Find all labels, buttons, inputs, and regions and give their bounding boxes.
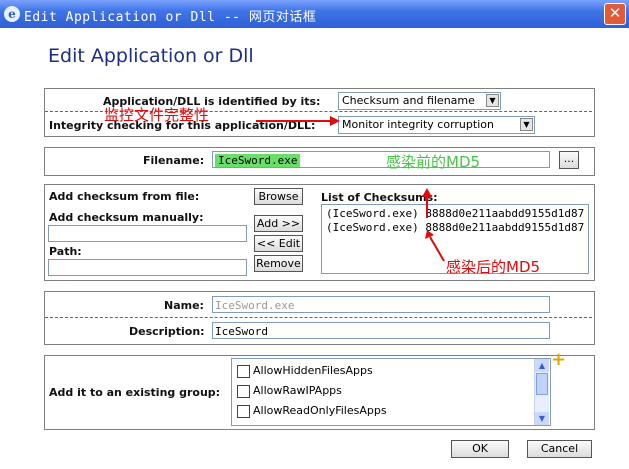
description-value: IceSword [215,325,268,338]
description-label: Description: [129,325,205,338]
list-item[interactable]: (IceSword.exe) 8888d0e211aabdd9155d1d87 [326,207,584,221]
before-md5-annotation: 感染前的MD5 [386,153,481,171]
filename-value: IceSword.exe [215,154,301,167]
scroll-up-icon[interactable]: ▲ [535,359,549,372]
title-bar: e Edit Application or Dll -- 网页对话框 ✕ [0,0,629,28]
arrow-up-left-icon [425,230,445,262]
after-md5-annotation: 感染后的MD5 [446,258,541,276]
monitor-annotation: 监控文件完整性 [104,106,210,124]
description-field[interactable]: IceSword [212,322,550,339]
page-title: Edit Application or Dll [48,45,254,67]
group-scrollbar[interactable]: ▲ ▼ [534,359,549,425]
details-divider [45,317,592,318]
filename-label: Filename: [143,154,205,167]
window-title: Edit Application or Dll -- 网页对话框 [24,10,317,25]
ie-icon: e [4,6,20,22]
group-label: Add it to an existing group: [49,386,221,399]
list-item[interactable]: AllowReadOnlyFilesApps [253,404,387,418]
checksum-from-file-label: Add checksum from file: [49,190,200,203]
identified-by-select[interactable]: Checksum and filename ▼ [338,92,501,110]
checksum-manual-field[interactable] [48,225,247,242]
chevron-down-icon[interactable]: ▼ [520,118,533,131]
list-item[interactable]: AllowHiddenFilesApps [253,364,373,378]
list-item[interactable]: AllowRawIPApps [253,384,342,398]
chevron-down-icon[interactable]: ▼ [486,94,499,107]
add-checksum-button[interactable]: Add >> [254,215,303,232]
name-value: IceSword.exe [215,299,295,312]
group-checkbox[interactable] [237,405,250,418]
group-list[interactable]: AllowHiddenFilesApps AllowRawIPApps Allo… [231,358,551,426]
integrity-value: Monitor integrity corruption [342,118,494,131]
browse-button[interactable]: Browse [254,188,303,205]
filename-browse-button[interactable]: ... [559,151,579,169]
checksum-manual-label: Add checksum manually: [49,211,204,224]
arrow-right-icon [256,116,340,126]
identified-by-value: Checksum and filename [342,94,475,107]
scroll-down-icon[interactable]: ▼ [535,412,549,425]
group-checkbox[interactable] [237,365,250,378]
integrity-select[interactable]: Monitor integrity corruption ▼ [338,116,535,134]
ok-button[interactable]: OK [451,440,509,458]
remove-checksum-button[interactable]: Remove [254,255,303,272]
name-field[interactable]: IceSword.exe [212,296,550,313]
cancel-button[interactable]: Cancel [527,440,592,458]
path-field[interactable] [48,259,247,276]
path-label: Path: [49,245,82,258]
group-checkbox[interactable] [237,385,250,398]
list-item[interactable]: (IceSword.exe) 8888d0e211aabdd9155d1d87 [326,221,584,235]
edit-checksum-button[interactable]: << Edit [254,235,303,252]
name-label: Name: [164,299,204,312]
close-button[interactable]: ✕ [604,3,626,25]
scroll-thumb[interactable] [536,373,548,395]
filename-field[interactable]: IceSword.exe [212,151,550,168]
arrow-up-icon [422,188,432,218]
add-group-icon[interactable]: + [551,351,566,369]
